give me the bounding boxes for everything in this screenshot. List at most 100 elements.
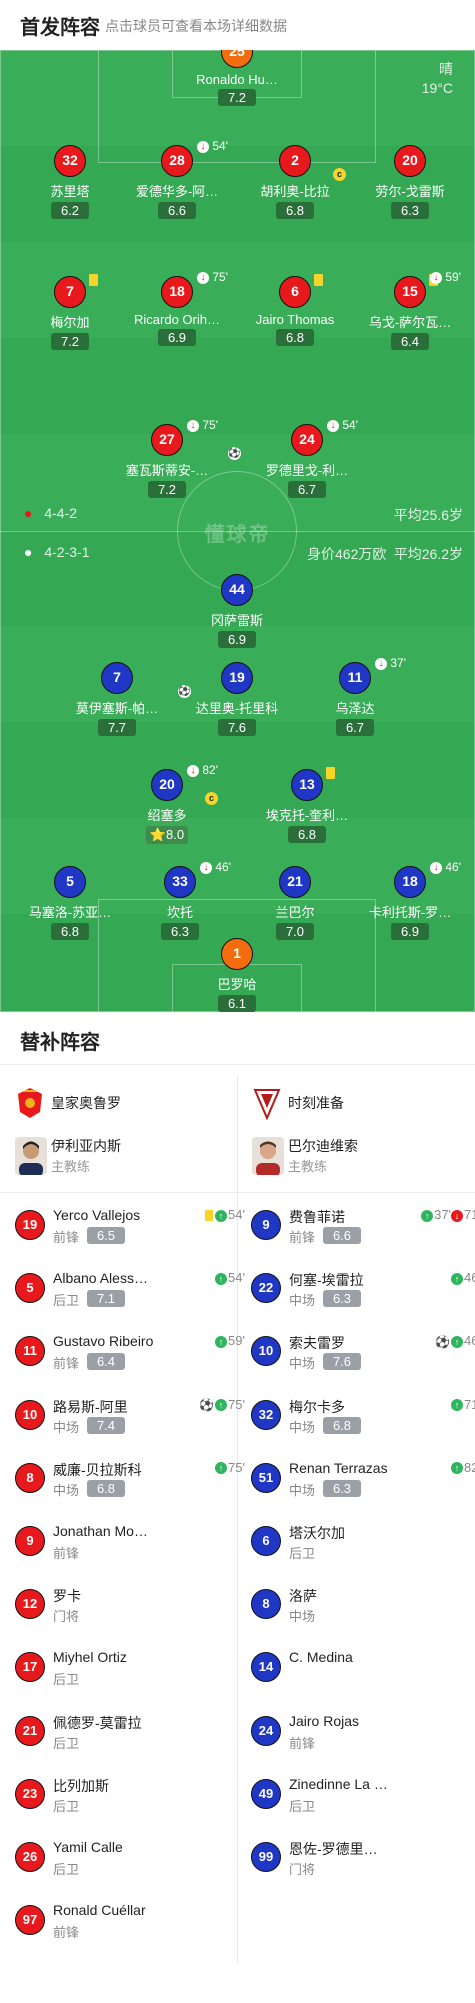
player-number: 11	[339, 662, 371, 694]
sub-name: Albano Aless…	[53, 1270, 148, 1287]
home-coach-name: 伊利亚内斯	[51, 1138, 121, 1154]
player-name: 达里奥-托里科	[195, 701, 279, 716]
sub-out-icon: ↓	[187, 419, 199, 432]
sub-number: 49	[251, 1778, 281, 1809]
player-rating: 6.8	[276, 329, 314, 346]
sub-name: Ronald Cuéllar	[53, 1902, 146, 1919]
home-sub-5[interactable]: 5 Albano Aless… 后卫 7.1 ↑ 54'	[15, 1266, 245, 1316]
home-player-24[interactable]: 24 ↓ 54' 罗德里戈-利… 6.7	[247, 418, 367, 499]
sub-rating: 7.4	[87, 1416, 125, 1434]
away-sub-6[interactable]: 6 塔沃尔加 后卫	[251, 1519, 475, 1569]
sub-position: 后卫	[53, 1672, 80, 1688]
away-player-7[interactable]: 7 ⚽ 莫伊塞斯-帕… 7.7	[57, 662, 191, 737]
sub-events: ↑ 54'	[215, 1270, 245, 1285]
player-rating: 6.4	[391, 333, 429, 350]
home-player-20[interactable]: 20 劳尔-戈雷斯 6.3	[350, 145, 470, 220]
away-coach[interactable]: 巴尔迪维索 主教练	[252, 1134, 462, 1184]
substitution-time: ↓ 82'	[187, 763, 218, 777]
player-name: Ronaldo Hu…	[196, 72, 278, 87]
home-sub-23[interactable]: 23 比列加斯 后卫	[15, 1772, 245, 1822]
sub-out-icon: ↓	[197, 140, 209, 153]
sub-out-icon: ↓	[430, 861, 442, 874]
home-player-28[interactable]: 28 ↓ 54' 爱德华多-阿… 6.6	[117, 139, 237, 220]
away-player-20[interactable]: 20 c ↓ 82' 绍塞多 ⭐8.0	[107, 763, 227, 844]
away-player-13[interactable]: 13 埃克托-奎利… 6.8	[247, 767, 367, 844]
away-avg-age: 平均26.2岁	[393, 546, 463, 562]
away-sub-9[interactable]: 9 费鲁菲诺前锋 6.6 ↑37'↓71'	[251, 1203, 475, 1253]
home-player-32[interactable]: 32 苏里塔 6.2	[10, 145, 130, 220]
away-player-33[interactable]: 33 ↓ 46' 坎托 6.3	[120, 860, 240, 941]
home-player-2[interactable]: 2 c 胡利奥-比拉 6.8	[235, 145, 355, 220]
home-player-25[interactable]: 25 Ronaldo Hu… 7.2	[177, 50, 297, 107]
sub-number: 17	[15, 1652, 45, 1683]
home-formation-row: ● 4-4-2	[24, 505, 77, 521]
sub-name: 路易斯-阿里	[53, 1398, 128, 1415]
home-sub-8[interactable]: 8 威廉-贝拉斯科 中场 6.8 ↑ 75'	[15, 1456, 245, 1506]
home-coach[interactable]: 伊利亚内斯 主教练	[15, 1134, 225, 1184]
away-sub-10[interactable]: 10 索夫雷罗中场 7.6 ⚽↑46'	[251, 1329, 475, 1379]
sub-number: 9	[15, 1526, 45, 1556]
sub-name: 索夫雷罗	[289, 1335, 345, 1352]
home-player-27[interactable]: 27 ⚽ ↓ 75' 塞瓦斯蒂安-… 7.2	[107, 418, 241, 499]
home-player-15[interactable]: 15 ↓ 59' 乌戈-萨尔瓦… 6.4	[350, 270, 470, 351]
away-sub-51[interactable]: 51 Renan Terrazas 中场 6.3 ↑82'	[251, 1456, 475, 1506]
sub-number: 12	[15, 1589, 45, 1620]
player-name: Jairo Thomas	[255, 312, 335, 327]
substitution-time: ↓ 46'	[430, 860, 461, 874]
star-icon: ⭐	[149, 827, 167, 842]
away-sub-24[interactable]: 24 Jairo Rojas 前锋	[251, 1709, 475, 1759]
substitution-time: ↓ 59'	[430, 270, 461, 284]
away-player-19[interactable]: 19 达里奥-托里科 7.6	[177, 662, 297, 737]
player-rating: ⭐8.0	[145, 826, 189, 844]
yellow-card-icon	[326, 767, 335, 779]
player-number: 2c	[279, 145, 346, 181]
captain-badge-icon: c	[333, 168, 346, 181]
player-number: 27 ⚽	[151, 424, 241, 460]
away-player-21[interactable]: 21 兰巴尔 7.0	[235, 866, 355, 941]
home-team-logo-icon	[18, 1088, 42, 1118]
away-player-11[interactable]: 11 ↓ 37' 乌泽达 6.7	[295, 656, 415, 737]
away-sub-32[interactable]: 32 梅尔卡多中场 6.8 ↑71'	[251, 1393, 475, 1443]
weather-condition: 晴	[439, 61, 453, 77]
sub-name: Miyhel Ortiz	[53, 1649, 127, 1666]
away-sub-49[interactable]: 49 Zinedinne La … 后卫	[251, 1772, 475, 1822]
sub-number: 24	[251, 1715, 281, 1746]
sub-position: 中场	[53, 1419, 80, 1435]
away-player-1[interactable]: 1 巴罗哈 6.1	[177, 938, 297, 1012]
sub-out-icon: ↓	[327, 419, 339, 432]
away-sub-99[interactable]: 99 恩佐-罗德里… 门将	[251, 1835, 475, 1885]
away-sub-14[interactable]: 14 C. Medina	[251, 1645, 475, 1695]
sub-number: 8	[15, 1462, 45, 1493]
home-sub-9[interactable]: 9 Jonathan Mo… 前锋	[15, 1519, 245, 1569]
away-player-5[interactable]: 5 马塞洛-苏亚… 6.8	[10, 866, 130, 941]
home-team-header[interactable]: 皇家奥鲁罗	[15, 1082, 225, 1122]
home-sub-11[interactable]: 11 Gustavo Ribeiro 前锋 6.4 ↑ 59'	[15, 1329, 245, 1379]
sub-name: 梅尔卡多	[289, 1398, 345, 1415]
away-player-18[interactable]: 18 ↓ 46' 卡利托斯-罗… 6.9	[350, 860, 470, 941]
player-number: 44	[221, 574, 253, 606]
away-player-44[interactable]: 44 冈萨雷斯 6.9	[177, 574, 297, 649]
home-sub-12[interactable]: 12 罗卡 门将	[15, 1582, 245, 1632]
home-player-6[interactable]: 6 Jairo Thomas 6.8	[235, 274, 355, 347]
away-sub-8[interactable]: 8 洛萨 中场	[251, 1582, 475, 1632]
sub-number: 22	[251, 1273, 281, 1304]
player-number: 20	[394, 145, 426, 177]
away-team-header[interactable]: 时刻准备	[252, 1082, 462, 1122]
home-sub-17[interactable]: 17 Miyhel Ortiz 后卫	[15, 1645, 245, 1695]
home-sub-21[interactable]: 21 佩德罗-莫雷拉 后卫	[15, 1709, 245, 1759]
home-sub-10[interactable]: 10 路易斯-阿里 中场 7.4 ⚽ ↑ 75'	[15, 1393, 245, 1443]
home-player-18[interactable]: 18 ↓ 75' Ricardo Orih… 6.9	[117, 270, 237, 347]
home-sub-97[interactable]: 97 Ronald Cuéllar 前锋	[15, 1898, 245, 1948]
sub-events: ⚽↑46'	[435, 1333, 475, 1349]
sub-out-icon: ↓	[200, 861, 212, 874]
player-name: 苏里塔	[50, 184, 90, 199]
home-player-7[interactable]: 7 梅尔加 7.2	[10, 274, 130, 351]
home-sub-26[interactable]: 26 Yamil Calle 后卫	[15, 1835, 245, 1885]
player-number: 18	[394, 866, 426, 898]
player-rating: 6.8	[288, 826, 326, 843]
home-sub-19[interactable]: 19 Yerco Vallejos 前锋 6.5 ↑ 54'	[15, 1203, 245, 1253]
away-sub-22[interactable]: 22 何塞-埃雷拉中场 6.3 ↑46'	[251, 1266, 475, 1316]
sub-in-icon: ↑	[215, 1209, 228, 1222]
sub-position: 中场	[289, 1419, 316, 1435]
sub-rating: 7.6	[323, 1353, 361, 1371]
